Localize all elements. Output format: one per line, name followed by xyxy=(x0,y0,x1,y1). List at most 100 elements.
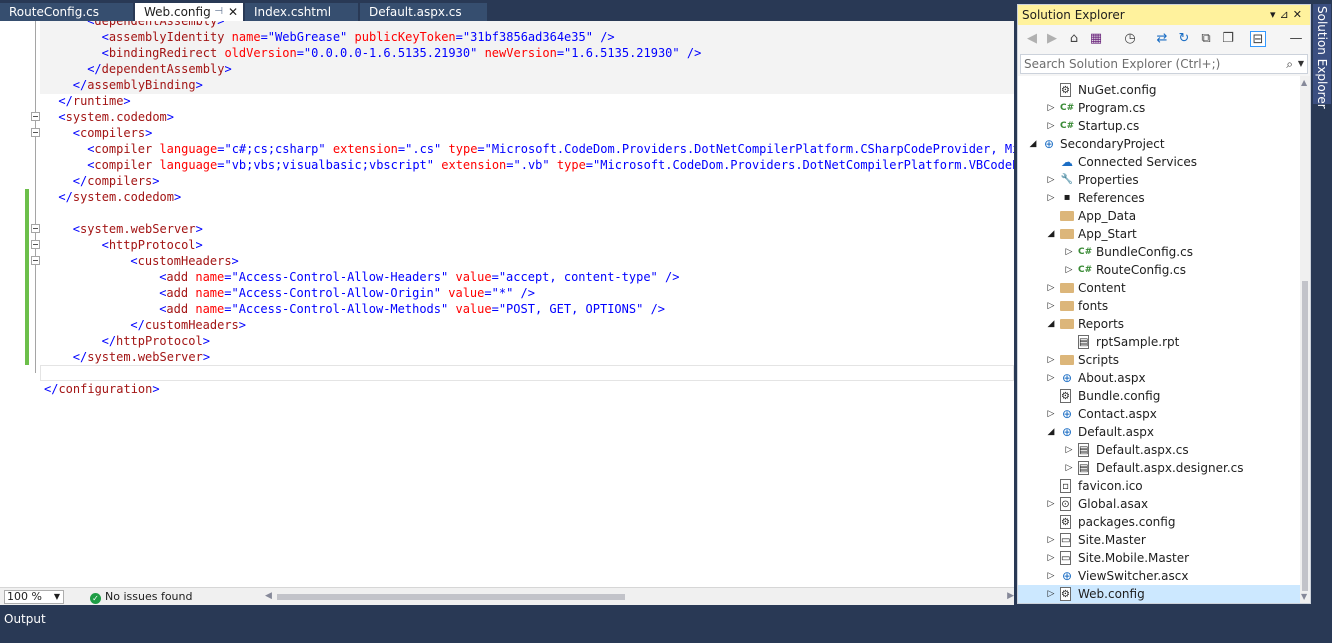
code-line[interactable]: </system.codedom> xyxy=(44,189,181,205)
collapse-toggle-icon[interactable] xyxy=(31,128,40,137)
expand-arrow-icon[interactable]: ▷ xyxy=(1046,189,1056,207)
code-line[interactable]: <add name="Access-Control-Allow-Origin" … xyxy=(44,285,535,301)
tree-item[interactable]: ◢ Reports xyxy=(1018,315,1300,333)
tree-item[interactable]: ▷ ▤ Default.aspx.cs xyxy=(1018,441,1300,459)
expand-arrow-icon[interactable]: ▷ xyxy=(1046,567,1056,585)
chevron-down-icon[interactable]: ▼ xyxy=(1298,55,1304,73)
collapse-toggle-icon[interactable] xyxy=(31,224,40,233)
expand-arrow-icon[interactable]: ▷ xyxy=(1046,171,1056,189)
tab-routeconfig-cs[interactable]: RouteConfig.cs xyxy=(0,3,133,21)
code-line[interactable]: </assemblyBinding> xyxy=(44,77,203,93)
solution-explorer-search-input[interactable]: Search Solution Explorer (Ctrl+;) ⌕ ▼ xyxy=(1020,54,1308,74)
tree-item[interactable]: ▷ C# BundleConfig.cs xyxy=(1018,243,1300,261)
code-line[interactable]: <add name="Access-Control-Allow-Headers"… xyxy=(44,269,679,285)
horizontal-scrollbar[interactable]: ◀ ▶ xyxy=(265,591,1014,603)
code-line[interactable]: <compiler language="vb;vbs;visualbasic;v… xyxy=(44,157,1014,173)
close-icon[interactable]: ✕ xyxy=(1293,8,1306,21)
expand-arrow-icon[interactable]: ▷ xyxy=(1046,99,1056,117)
expand-arrow-icon[interactable]: ▷ xyxy=(1046,297,1056,315)
expand-arrow-icon[interactable]: ▷ xyxy=(1046,369,1056,387)
show-all-files-icon[interactable]: ❐ xyxy=(1220,31,1236,47)
scroll-left-icon[interactable]: ◀ xyxy=(265,591,272,601)
tree-item[interactable]: ▷ ▪ References xyxy=(1018,189,1300,207)
code-line[interactable]: <assemblyIdentity name="WebGrease" publi… xyxy=(44,29,615,45)
tree-item[interactable]: ◢ ⊕ Default.aspx xyxy=(1018,423,1300,441)
tree-item[interactable]: ▷ ⊕ About.aspx xyxy=(1018,369,1300,387)
code-line[interactable]: </httpProtocol> xyxy=(44,333,210,349)
tab-web-config[interactable]: Web.config ⊣ ✕ xyxy=(135,3,243,22)
switch-views-icon[interactable]: ▦ xyxy=(1088,31,1104,47)
code-line[interactable]: <dependentAssembly> xyxy=(44,21,224,29)
code-line[interactable]: <bindingRedirect oldVersion="0.0.0.0-1.6… xyxy=(44,45,702,61)
code-line[interactable]: <system.codedom> xyxy=(44,109,174,125)
code-line[interactable]: <compilers> xyxy=(44,125,153,141)
collapse-toggle-icon[interactable] xyxy=(31,240,40,249)
sync-icon[interactable]: ⇄ xyxy=(1154,31,1170,47)
tree-item[interactable]: ▷ Scripts xyxy=(1018,351,1300,369)
expand-arrow-icon[interactable]: ▷ xyxy=(1064,243,1074,261)
tree-item[interactable]: ▷ ⊕ ViewSwitcher.ascx xyxy=(1018,567,1300,585)
expand-arrow-icon[interactable]: ▷ xyxy=(1046,117,1056,135)
tree-item[interactable]: ◢ App_Start xyxy=(1018,225,1300,243)
expand-arrow-icon[interactable]: ▷ xyxy=(1046,495,1056,513)
tab-default-aspx-cs[interactable]: Default.aspx.cs xyxy=(360,3,487,21)
code-line[interactable]: <add name="Access-Control-Allow-Methods"… xyxy=(44,301,665,317)
back-icon[interactable]: ◀ xyxy=(1024,31,1040,47)
tree-item[interactable]: ▷ ⊙ Global.asax xyxy=(1018,495,1300,513)
side-tab-solution-explorer[interactable]: Solution Explorer xyxy=(1313,4,1331,109)
tree-item[interactable]: ▷ Content xyxy=(1018,279,1300,297)
code-line[interactable]: </system.webServer> xyxy=(44,349,210,365)
tree-item[interactable]: App_Data xyxy=(1018,207,1300,225)
collapse-toggle-icon[interactable] xyxy=(31,256,40,265)
tree-item[interactable]: ⚙ NuGet.config xyxy=(1018,81,1300,99)
code-line[interactable]: <customHeaders> xyxy=(44,253,238,269)
zoom-dropdown[interactable]: 100 % ▼ xyxy=(4,590,64,604)
collapse-arrow-icon[interactable]: ◢ xyxy=(1046,315,1056,333)
code-line[interactable]: <system.webServer> xyxy=(44,221,203,237)
search-icon[interactable]: ⌕ xyxy=(1286,55,1293,73)
code-line[interactable]: </runtime> xyxy=(44,93,130,109)
pending-changes-icon[interactable]: ◷ xyxy=(1122,31,1138,47)
expand-arrow-icon[interactable]: ▷ xyxy=(1064,459,1074,477)
home-icon[interactable]: ⌂ xyxy=(1066,31,1082,47)
tab-index-cshtml[interactable]: Index.cshtml xyxy=(245,3,358,21)
code-line[interactable]: </customHeaders> xyxy=(44,317,246,333)
expand-arrow-icon[interactable]: ▷ xyxy=(1046,279,1056,297)
code-editor[interactable]: <dependentAssembly> <assemblyIdentity nam… xyxy=(0,21,1014,587)
expand-arrow-icon[interactable]: ▷ xyxy=(1046,405,1056,423)
pin-icon[interactable]: ⊿ xyxy=(1280,8,1293,21)
tree-item[interactable]: ▤ rptSample.rpt xyxy=(1018,333,1300,351)
refresh-icon[interactable]: ↻ xyxy=(1176,31,1192,47)
tree-item[interactable]: ▷ C# Startup.cs xyxy=(1018,117,1300,135)
tree-item[interactable]: ▷ ▭ Site.Mobile.Master xyxy=(1018,549,1300,567)
tree-item[interactable]: ◢ ⊕ SecondaryProject xyxy=(1018,135,1300,153)
tree-item[interactable]: ⚙ Bundle.config xyxy=(1018,387,1300,405)
expand-arrow-icon[interactable]: ▷ xyxy=(1064,441,1074,459)
preview-selected-icon[interactable]: ⊟ xyxy=(1250,31,1266,47)
expand-arrow-icon[interactable]: ▷ xyxy=(1046,531,1056,549)
code-line[interactable]: <httpProtocol> xyxy=(44,237,203,253)
issues-indicator[interactable]: ✓ No issues found xyxy=(90,590,192,604)
expand-arrow-icon[interactable]: ▷ xyxy=(1046,585,1056,603)
expand-arrow-icon[interactable]: ▷ xyxy=(1046,351,1056,369)
code-line[interactable]: </configuration> xyxy=(44,381,160,397)
collapse-toggle-icon[interactable] xyxy=(31,112,40,121)
tree-item[interactable]: ▫ favicon.ico xyxy=(1018,477,1300,495)
tree-item[interactable]: ☁ Connected Services xyxy=(1018,153,1300,171)
code-line[interactable]: </compilers> xyxy=(44,173,160,189)
tree-item[interactable]: ▷ C# RouteConfig.cs xyxy=(1018,261,1300,279)
tree-item[interactable]: ▷ ⚙ Web.config xyxy=(1018,585,1300,603)
collapse-arrow-icon[interactable]: ◢ xyxy=(1028,135,1038,153)
forward-icon[interactable]: ▶ xyxy=(1044,31,1060,47)
solution-tree[interactable]: ⚙ NuGet.config ▷ C# Program.cs ▷ C# Startup.cs ◢… xyxy=(1018,76,1300,603)
code-line[interactable]: </dependentAssembly> xyxy=(44,61,232,77)
vertical-scrollbar[interactable]: ▲ ▼ xyxy=(1300,76,1310,603)
pin-icon[interactable]: ⊣ xyxy=(214,3,223,21)
expand-arrow-icon[interactable]: ▷ xyxy=(1064,261,1074,279)
properties-icon[interactable]: — xyxy=(1288,31,1304,47)
expand-arrow-icon[interactable]: ▷ xyxy=(1046,549,1056,567)
tab-output[interactable]: Output xyxy=(4,612,46,626)
tree-item[interactable]: ▷ ▤ Default.aspx.designer.cs xyxy=(1018,459,1300,477)
tree-item[interactable]: ▷ C# Program.cs xyxy=(1018,99,1300,117)
window-position-icon[interactable]: ▾ xyxy=(1270,8,1280,21)
